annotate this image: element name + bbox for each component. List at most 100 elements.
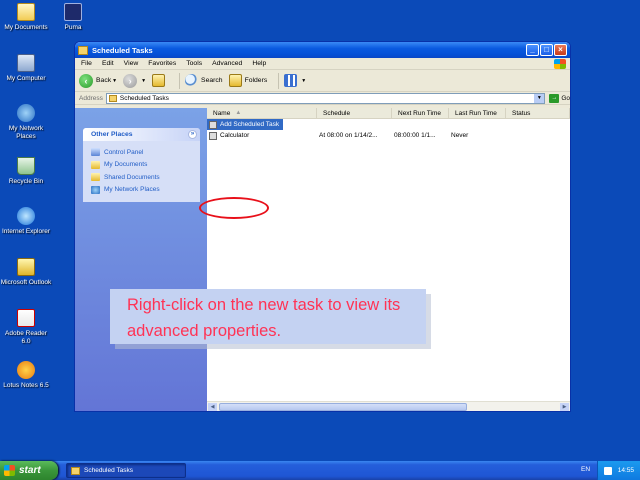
- toolbar: ‹ Back ▼ › ▼ Search Folders ▼: [75, 70, 570, 92]
- my-documents-icon: [17, 3, 35, 21]
- desktop-icon-internet-explorer[interactable]: Internet Explorer: [0, 207, 52, 236]
- up-folder-button[interactable]: [152, 74, 168, 87]
- address-value: Scheduled Tasks: [119, 94, 169, 102]
- taskbar-item-scheduled-tasks[interactable]: Scheduled Tasks: [66, 463, 186, 478]
- windows-logo-icon: [554, 58, 566, 69]
- go-label: Go: [561, 94, 570, 102]
- desktop-icon-adobe-reader[interactable]: Adobe Reader 6.0: [0, 309, 52, 346]
- outlook-icon: [17, 258, 35, 276]
- scrollbar-thumb[interactable]: [219, 403, 467, 411]
- column-header-status[interactable]: Status: [506, 108, 570, 118]
- task-next-run-cell: 08:00:00 1/1...: [392, 130, 449, 141]
- desktop-icon-label: Lotus Notes 6.5: [3, 382, 49, 389]
- scroll-left-arrow-icon[interactable]: ◀: [208, 403, 217, 411]
- views-button[interactable]: ▼: [284, 74, 306, 87]
- other-places-link-my-documents[interactable]: My Documents: [91, 159, 194, 172]
- other-places-title: Other Places: [91, 131, 133, 138]
- desktop-icon-microsoft-outlook[interactable]: Microsoft Outlook: [0, 258, 52, 287]
- desktop-icon-lotus-notes[interactable]: Lotus Notes 6.5: [0, 361, 52, 390]
- start-button[interactable]: start: [0, 461, 58, 480]
- other-places-link-control-panel[interactable]: Control Panel: [91, 146, 194, 159]
- sort-up-icon: ▲: [235, 110, 242, 116]
- menu-help[interactable]: Help: [252, 60, 266, 67]
- system-tray: 14:55: [596, 461, 640, 480]
- scroll-right-arrow-icon[interactable]: ▶: [560, 403, 569, 411]
- address-input[interactable]: Scheduled Tasks ▼: [105, 92, 546, 104]
- forward-button[interactable]: › ▼: [123, 73, 146, 88]
- go-arrow-icon: →: [549, 93, 560, 103]
- maximize-button[interactable]: □: [540, 44, 553, 56]
- my-computer-icon: [17, 54, 35, 72]
- column-header-label: Next Run Time: [398, 109, 441, 117]
- back-button[interactable]: ‹ Back ▼: [79, 73, 118, 88]
- tutorial-callout: Right-click on the new task to view its …: [110, 289, 426, 344]
- scheduled-tasks-window: Scheduled Tasks _ □ × File Edit View Fav…: [74, 41, 571, 412]
- folder-icon: [78, 45, 88, 55]
- folders-button[interactable]: Folders: [228, 74, 268, 87]
- chevron-down-icon[interactable]: ▼: [534, 93, 545, 103]
- search-button[interactable]: Search: [185, 74, 223, 87]
- link-label: Control Panel: [104, 148, 144, 156]
- column-header-schedule[interactable]: Schedule: [317, 108, 392, 118]
- folder-icon: [71, 466, 80, 475]
- menu-tools[interactable]: Tools: [186, 60, 202, 67]
- taskbar: start Scheduled Tasks 14:55: [0, 461, 640, 480]
- link-label: My Network Places: [104, 186, 160, 194]
- menu-view[interactable]: View: [124, 60, 139, 67]
- close-button[interactable]: ×: [554, 44, 567, 56]
- desktop-icon-my-computer[interactable]: My Computer: [0, 54, 52, 83]
- desktop-icon-recycle-bin[interactable]: Recycle Bin: [0, 157, 52, 186]
- column-header-label: Status: [512, 109, 531, 117]
- horizontal-scrollbar[interactable]: ◀ ▶: [207, 401, 570, 411]
- collapse-chevron-icon[interactable]: »: [188, 130, 197, 139]
- minimize-button[interactable]: _: [526, 44, 539, 56]
- folder-icon: [108, 94, 117, 102]
- column-headers: Name ▲ Schedule Next Run Time Last Run T…: [207, 108, 570, 119]
- content-area: Other Places » Control Panel My Document…: [75, 108, 570, 411]
- desktop-icon-my-network-places[interactable]: My Network Places: [0, 104, 52, 141]
- windows-flag-icon: [4, 465, 15, 476]
- task-last-run-cell: Never: [449, 130, 506, 141]
- address-bar: Address Scheduled Tasks ▼ → Go: [75, 92, 570, 105]
- desktop-icon-puma[interactable]: Puma: [47, 3, 99, 32]
- start-label: start: [19, 465, 41, 476]
- task-schedule-cell: At 08:00 on 1/14/2...: [317, 130, 392, 141]
- menu-file[interactable]: File: [81, 60, 92, 67]
- column-header-last-run-time[interactable]: Last Run Time: [449, 108, 506, 118]
- desktop-icon-my-documents[interactable]: My Documents: [0, 3, 52, 32]
- lotus-notes-icon: [17, 361, 35, 379]
- up-folder-icon: [152, 74, 166, 87]
- speaker-icon[interactable]: [603, 466, 612, 475]
- toolbar-separator: [278, 72, 280, 89]
- task-name-cell: Add Scheduled Task: [207, 119, 283, 130]
- back-arrow-icon: ‹: [79, 73, 93, 88]
- column-header-label: Name: [213, 109, 231, 117]
- menu-favorites[interactable]: Favorites: [148, 60, 176, 67]
- desktop-icon-label: Microsoft Outlook: [0, 279, 52, 286]
- menu-advanced[interactable]: Advanced: [212, 60, 242, 67]
- toolbar-separator: [179, 72, 181, 89]
- menu-edit[interactable]: Edit: [102, 60, 114, 67]
- table-row[interactable]: Add Scheduled Task: [207, 119, 570, 130]
- window-titlebar[interactable]: Scheduled Tasks _ □ ×: [75, 42, 570, 58]
- adobe-reader-icon: [17, 309, 35, 327]
- desktop-icon-label: Internet Explorer: [1, 228, 51, 235]
- column-header-name[interactable]: Name ▲: [207, 108, 317, 118]
- table-row[interactable]: Calculator At 08:00 on 1/14/2... 08:00:0…: [207, 130, 570, 141]
- column-header-next-run-time[interactable]: Next Run Time: [392, 108, 449, 118]
- language-indicator[interactable]: EN: [581, 466, 590, 473]
- link-label: Shared Documents: [104, 173, 160, 181]
- task-list: Name ▲ Schedule Next Run Time Last Run T…: [207, 108, 570, 401]
- go-button[interactable]: → Go: [549, 93, 570, 103]
- other-places-link-my-network-places[interactable]: My Network Places: [91, 184, 194, 197]
- other-places-link-shared-documents[interactable]: Shared Documents: [91, 171, 194, 184]
- other-places-header[interactable]: Other Places »: [83, 128, 200, 141]
- folders-label: Folders: [244, 77, 268, 84]
- chevron-down-icon: ▼: [112, 77, 118, 84]
- highlight-ellipse: [199, 197, 269, 219]
- add-task-icon: [209, 120, 217, 129]
- link-label: My Documents: [104, 161, 148, 169]
- task-name: Add Scheduled Task: [220, 121, 280, 128]
- task-pane: Other Places » Control Panel My Document…: [75, 108, 207, 411]
- task-next-run: 08:00:00 1/1...: [394, 132, 436, 139]
